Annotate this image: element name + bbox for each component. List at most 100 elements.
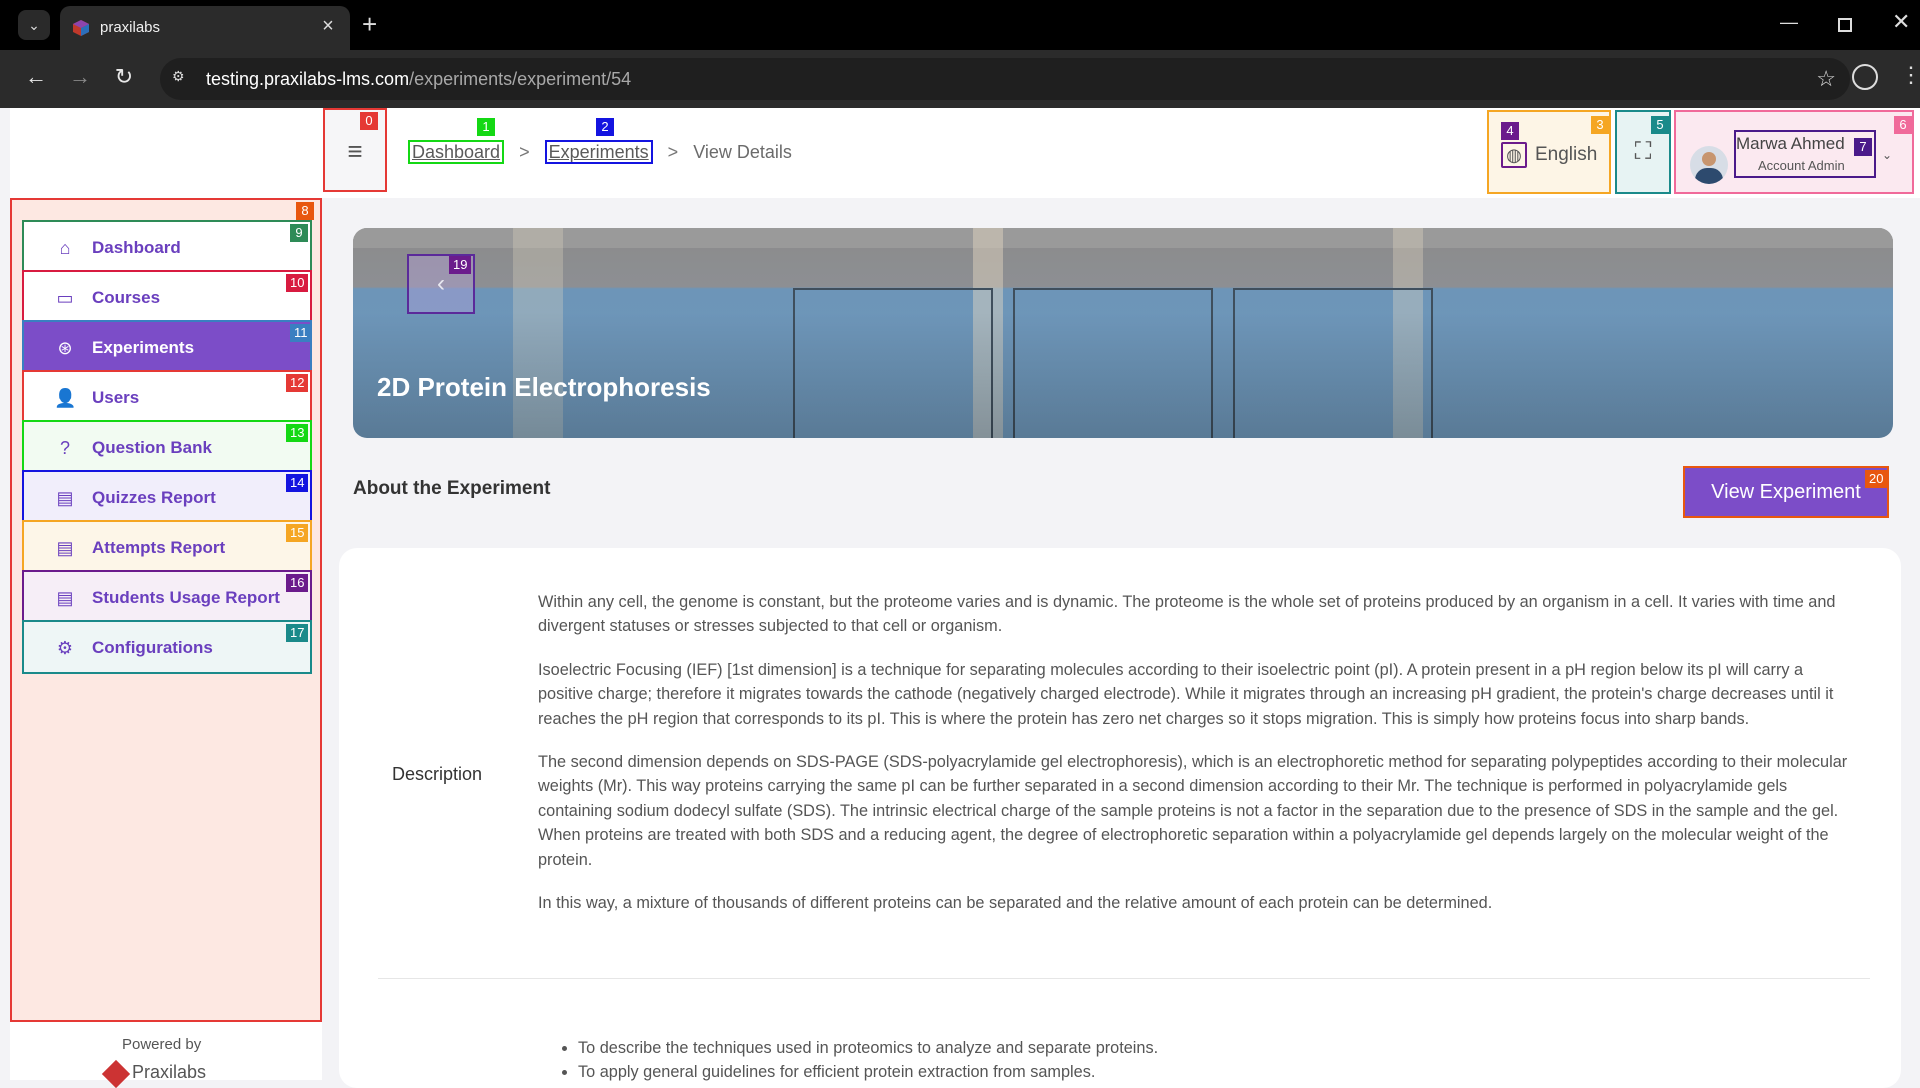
marker-badge: 19 xyxy=(449,256,472,274)
sidebar-item-students-usage-report[interactable]: ▤ Students Usage Report 16 xyxy=(22,570,312,624)
profile-icon[interactable] xyxy=(1852,64,1878,90)
about-heading: About the Experiment xyxy=(353,478,551,499)
sidebar-item-label: Students Usage Report xyxy=(92,588,280,607)
breadcrumb-dashboard[interactable]: Dashboard xyxy=(408,140,505,164)
user-info[interactable]: Marwa Ahmed Account Admin 7 xyxy=(1734,130,1876,178)
sidebar-item-label: Configurations xyxy=(92,638,213,657)
sidebar-item-label: Attempts Report xyxy=(92,538,226,557)
praxilabs-favicon-icon xyxy=(73,20,89,36)
marker-badge: 4 xyxy=(1501,122,1519,140)
sidebar-item-configurations[interactable]: ⚙ Configurations 17 xyxy=(22,620,312,674)
report-icon: ▤ xyxy=(56,488,74,508)
menu-toggle-button[interactable]: ≡ 0 xyxy=(323,108,387,192)
app: ≡ 0 Dashboard > Experiments > View Detai… xyxy=(10,108,1920,1088)
top-header: ≡ 0 Dashboard > Experiments > View Detai… xyxy=(10,108,1920,198)
sidebar-item-label: Question Bank xyxy=(92,438,212,457)
marker-badge: 14 xyxy=(286,474,309,492)
avatar xyxy=(1690,146,1728,184)
experiment-hero-banner: ‹ 19 2D Protein Electrophoresis xyxy=(353,228,1893,438)
close-window-icon[interactable]: ✕ xyxy=(1892,9,1910,35)
description-paragraph: Within any cell, the genome is constant,… xyxy=(538,593,1836,636)
maximize-icon[interactable] xyxy=(1838,18,1852,32)
marker-badge: 3 xyxy=(1591,116,1609,134)
description-label: Description xyxy=(392,764,483,784)
tab-search-button[interactable]: ⌄ xyxy=(18,10,50,40)
book-icon: ▭ xyxy=(56,288,74,308)
marker-badge: 8 xyxy=(296,202,314,220)
browser-menu-icon[interactable]: ⋮ xyxy=(1900,62,1920,88)
sidebar-item-label: Quizzes Report xyxy=(92,488,216,507)
breadcrumb-separator: > xyxy=(519,142,530,162)
marker-badge: 11 xyxy=(290,324,312,342)
reload-icon[interactable]: ↻ xyxy=(108,64,140,90)
marker-badge: 16 xyxy=(286,574,309,592)
powered-by-text: Powered by xyxy=(122,1036,202,1053)
sidebar-item-label: Courses xyxy=(92,288,161,307)
breadcrumb-experiments[interactable]: Experiments xyxy=(544,140,653,164)
objectives-list: To describe the techniques used in prote… xyxy=(558,1036,1158,1084)
fullscreen-button[interactable]: ⛶ 5 xyxy=(1615,110,1671,194)
marker-badge: 2 xyxy=(596,118,614,136)
praxilabs-logo-icon xyxy=(101,1059,131,1088)
powered-by: Powered by Praxilabs xyxy=(10,1022,322,1088)
bookmark-star-icon[interactable]: ☆ xyxy=(1816,66,1836,92)
user-role: Account Admin xyxy=(1758,158,1845,173)
section-divider xyxy=(378,978,1870,979)
marker-badge: 1 xyxy=(477,118,495,136)
user-icon: 👤 xyxy=(54,388,77,408)
forward-icon[interactable]: → xyxy=(64,64,96,90)
language-selector[interactable]: ◍ English 3 4 xyxy=(1487,110,1611,194)
language-label: English xyxy=(1535,144,1598,165)
sidebar-item-dashboard[interactable]: ⌂ Dashboard 9 xyxy=(22,220,312,274)
marker-badge: 0 xyxy=(360,112,378,130)
browser-tab-bar: ⌄ praxilabs × + — ✕ xyxy=(0,0,1920,50)
browser-address-bar: ← → ↻ ⚙ testing.praxilabs-lms.com/experi… xyxy=(0,50,1920,108)
marker-badge: 20 xyxy=(1865,470,1888,488)
marker-badge: 10 xyxy=(286,274,309,292)
user-menu[interactable]: Marwa Ahmed Account Admin 7 ⌄ 6 xyxy=(1674,110,1914,194)
globe-icon: ◍ xyxy=(1501,142,1527,168)
view-experiment-button[interactable]: View Experiment 20 xyxy=(1683,466,1889,518)
close-tab-icon[interactable]: × xyxy=(316,15,340,38)
sidebar-item-label: Experiments xyxy=(92,338,195,357)
description-text: Within any cell, the genome is constant,… xyxy=(538,590,1848,934)
breadcrumb: Dashboard > Experiments > View Details xyxy=(408,140,792,164)
marker-badge: 12 xyxy=(286,374,309,392)
back-button[interactable]: ‹ 19 xyxy=(407,254,475,314)
hamburger-icon: ≡ xyxy=(347,136,363,166)
minimize-icon[interactable]: — xyxy=(1780,12,1798,33)
marker-badge: 6 xyxy=(1894,116,1912,134)
question-icon: ? xyxy=(59,438,70,458)
marker-badge: 5 xyxy=(1651,116,1669,134)
new-tab-icon[interactable]: + xyxy=(362,10,377,38)
gear-icon: ⚙ xyxy=(56,638,74,658)
description-paragraph: In this way, a mixture of thousands of d… xyxy=(538,894,1493,913)
list-item: To describe the techniques used in prote… xyxy=(578,1036,1158,1060)
browser-tab[interactable]: praxilabs × xyxy=(60,6,350,50)
sidebar-item-experiments[interactable]: ⊛ Experiments 11 xyxy=(22,320,312,374)
omnibox[interactable]: ⚙ testing.praxilabs-lms.com/experiments/… xyxy=(160,58,1850,100)
chevron-down-icon[interactable]: ⌄ xyxy=(1882,148,1892,162)
home-icon: ⌂ xyxy=(59,238,71,258)
sidebar-item-label: Dashboard xyxy=(92,238,181,257)
experiment-title: 2D Protein Electrophoresis xyxy=(377,372,711,402)
site-info-icon[interactable]: ⚙ xyxy=(172,68,194,90)
user-name: Marwa Ahmed xyxy=(1736,134,1845,153)
sidebar-item-label: Users xyxy=(92,388,140,407)
sidebar-item-attempts-report[interactable]: ▤ Attempts Report 15 xyxy=(22,520,312,574)
sidebar-item-question-bank[interactable]: ? Question Bank 13 xyxy=(22,420,312,474)
back-icon[interactable]: ← xyxy=(20,64,52,90)
url-text[interactable]: testing.praxilabs-lms.com/experiments/ex… xyxy=(206,69,631,90)
marker-badge: 9 xyxy=(290,224,308,242)
chevron-left-icon: ‹ xyxy=(437,270,445,297)
sidebar-item-quizzes-report[interactable]: ▤ Quizzes Report 14 xyxy=(22,470,312,524)
marker-badge: 13 xyxy=(286,424,309,442)
description-paragraph: The second dimension depends on SDS-PAGE… xyxy=(538,753,1848,869)
sidebar-item-users[interactable]: 👤 Users 12 xyxy=(22,370,312,424)
breadcrumb-separator: > xyxy=(667,142,679,162)
description-paragraph: Isoelectric Focusing (IEF) [1st dimensio… xyxy=(538,660,1834,728)
tab-title: praxilabs xyxy=(100,19,161,36)
sidebar-item-courses[interactable]: ▭ Courses 10 xyxy=(22,270,312,324)
marker-badge: 7 xyxy=(1854,138,1872,156)
marker-badge: 17 xyxy=(286,624,309,642)
